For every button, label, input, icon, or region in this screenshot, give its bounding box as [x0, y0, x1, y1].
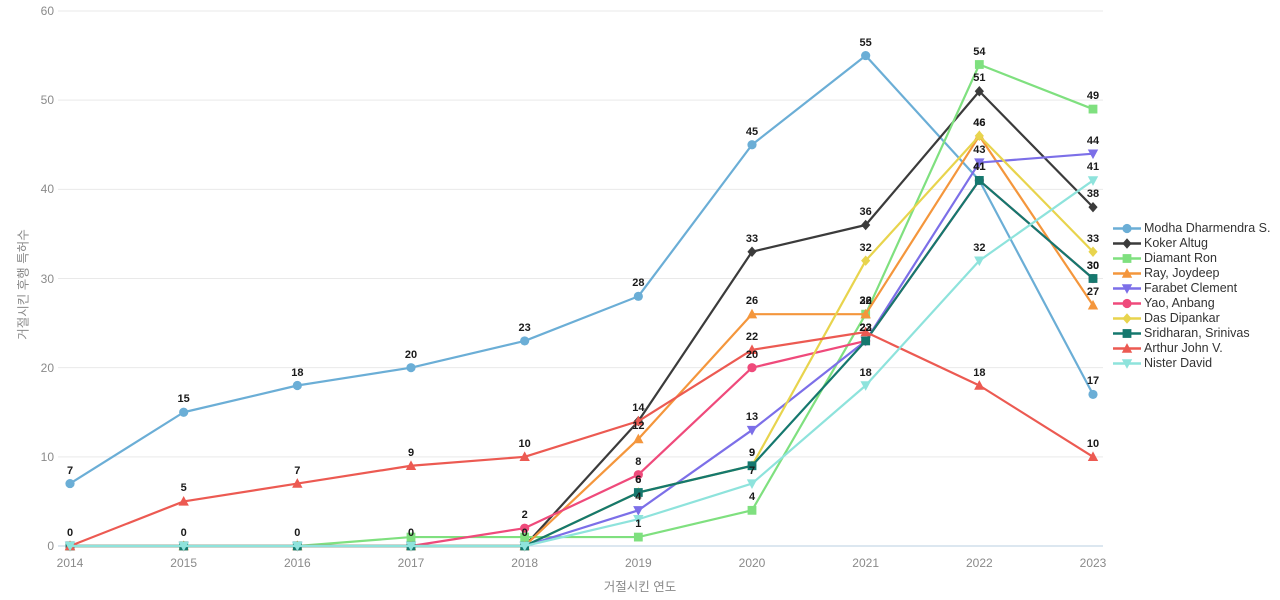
series-modha-dharmendra-s [65, 50, 1098, 489]
line-chart: 거절시킨 후행 특허수 거절시킨 연도 0 10 20 30 40 50 60 2014 20… [0, 0, 1280, 600]
y-tick-label: 30 [40, 271, 54, 286]
series-arthur-john-v [64, 326, 1099, 551]
series-ray-joydeep [64, 130, 1099, 551]
data-point-marker [1088, 389, 1098, 400]
data-point-marker [406, 532, 416, 542]
y-tick-label: 50 [40, 93, 54, 108]
x-tick-label: 2020 [738, 556, 766, 570]
legend-marker-icon [1112, 221, 1142, 236]
chart-legend: Modha Dharmendra S. Koker Altug Diamant Ro… [1112, 221, 1280, 371]
data-point-marker [633, 291, 643, 301]
data-point-marker [1087, 176, 1099, 186]
data-point-marker [520, 523, 530, 533]
data-point-marker [860, 326, 871, 337]
data-point-marker [1122, 329, 1132, 338]
data-point-marker [1122, 238, 1132, 249]
data-point-marker [747, 140, 757, 150]
data-point-marker [1088, 104, 1098, 114]
legend-item-label: Koker Altug [1144, 236, 1208, 250]
x-tick-label: 2019 [624, 556, 652, 570]
legend-marker-icon [1112, 236, 1142, 251]
data-point-marker [633, 532, 643, 542]
data-point-marker [179, 407, 189, 417]
x-tick-label: 2021 [852, 556, 879, 570]
data-point-marker [520, 336, 530, 346]
legend-item[interactable]: Farabet Clement [1112, 281, 1280, 296]
legend-marker-icon [1112, 341, 1142, 356]
data-point-marker [1122, 223, 1132, 234]
x-tick-label: 2015 [170, 556, 197, 570]
series-line [68, 152, 1095, 548]
data-point-marker [1088, 274, 1098, 283]
legend-item[interactable]: Sridharan, Srinivas [1112, 326, 1280, 341]
x-axis-title: 거절시킨 연도 [603, 580, 677, 594]
legend-item[interactable]: Diamant Ron [1112, 251, 1280, 266]
data-point-marker [747, 461, 757, 471]
legend-item-label: Nister David [1144, 356, 1213, 370]
x-tick-label: 2016 [283, 556, 311, 570]
x-tick-label: 2023 [1079, 556, 1107, 570]
legend-item-label: Yao, Anbang [1144, 296, 1215, 310]
legend-marker-icon [1112, 356, 1142, 371]
data-point-marker [292, 380, 302, 391]
x-tick-label: 2014 [56, 556, 84, 570]
data-point-marker [747, 363, 757, 373]
y-tick-label: 10 [40, 449, 54, 464]
data-point-marker [1122, 313, 1132, 324]
legend-item[interactable]: Modha Dharmendra S. [1112, 221, 1280, 236]
legend-item[interactable]: Das Dipankar [1112, 311, 1280, 326]
plot-area [58, 10, 1103, 552]
legend-marker-icon [1112, 296, 1142, 311]
data-point-marker [633, 488, 643, 497]
legend-marker-icon [1112, 311, 1142, 326]
legend-item-label: Arthur John V. [1144, 341, 1223, 355]
data-point-marker [633, 470, 643, 480]
legend-item[interactable]: Yao, Anbang [1112, 296, 1280, 311]
legend-item-label: Sridharan, Srinivas [1144, 326, 1250, 340]
data-point-marker [974, 60, 984, 69]
data-point-marker [861, 50, 871, 61]
data-point-marker [746, 425, 758, 436]
y-tick-label: 20 [40, 360, 54, 375]
x-tick-label: 2022 [965, 556, 993, 570]
data-point-marker [1087, 451, 1099, 462]
legend-item-label: Modha Dharmendra S. [1144, 221, 1271, 235]
series-sridharan-srinivas [65, 176, 1098, 551]
data-point-marker [406, 363, 416, 373]
legend-marker-icon [1112, 281, 1142, 296]
legend-item[interactable]: Koker Altug [1112, 236, 1280, 251]
legend-item[interactable]: Nister David [1112, 356, 1280, 371]
data-point-marker [747, 505, 757, 515]
legend-item-label: Ray, Joydeep [1144, 266, 1220, 280]
x-tick-label: 2017 [397, 556, 425, 570]
legend-item-label: Diamant Ron [1144, 251, 1217, 265]
y-tick-label: 0 [47, 539, 54, 553]
y-tick-label: 40 [40, 182, 54, 197]
data-point-marker [520, 532, 530, 542]
legend-item-label: Farabet Clement [1144, 281, 1238, 295]
series-line [68, 330, 1095, 548]
y-tick-label: 60 [40, 4, 54, 18]
legend-item[interactable]: Ray, Joydeep [1112, 266, 1280, 281]
legend-marker-icon [1112, 251, 1142, 266]
data-point-marker [974, 176, 984, 185]
data-point-marker [1122, 298, 1132, 309]
legend-item-label: Das Dipankar [1144, 311, 1220, 325]
data-point-marker [861, 336, 871, 346]
legend-marker-icon [1112, 266, 1142, 281]
x-tick-label: 2018 [511, 556, 538, 570]
legend-item[interactable]: Arthur John V. [1112, 341, 1280, 356]
series-line [68, 54, 1095, 485]
data-point-marker [1122, 254, 1132, 263]
legend-marker-icon [1112, 326, 1142, 341]
data-point-marker [65, 478, 75, 489]
